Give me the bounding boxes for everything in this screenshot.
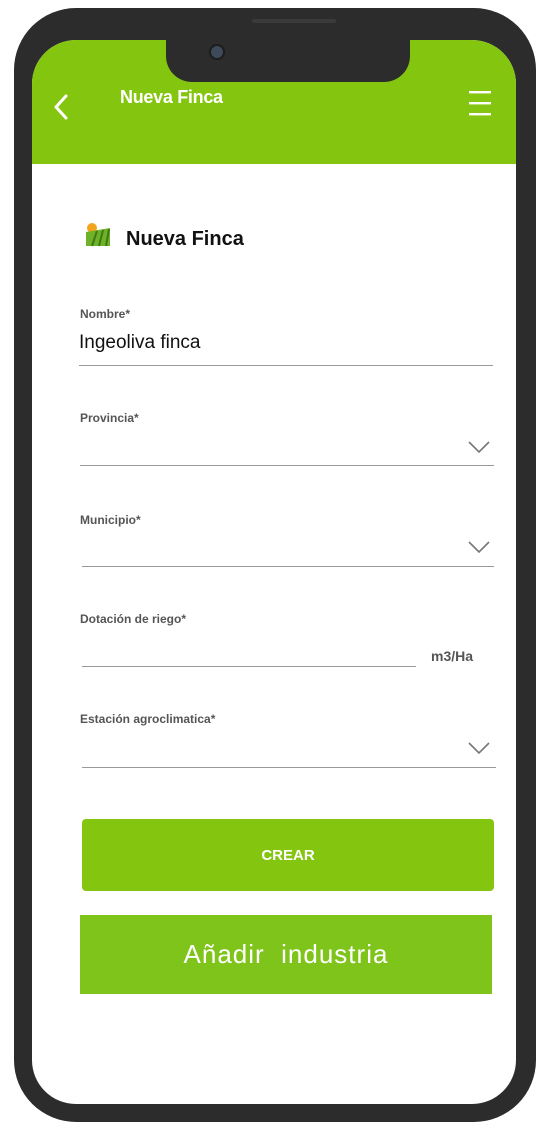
app-bar-title: Nueva Finca xyxy=(120,87,223,107)
phone-side-button xyxy=(14,420,22,500)
municipio-label: Municipio* xyxy=(80,513,141,527)
provincia-label: Provincia* xyxy=(80,411,139,425)
form-title: Nueva Finca xyxy=(126,228,244,250)
estacion-label: Estación agroclimatica* xyxy=(80,712,216,726)
municipio-select[interactable] xyxy=(82,566,494,567)
estacion-select[interactable] xyxy=(82,767,496,768)
phone-side-button xyxy=(14,316,22,396)
chevron-down-icon xyxy=(468,742,490,755)
nombre-input[interactable]: Ingeoliva finca xyxy=(79,332,200,354)
crear-button[interactable]: CREAR xyxy=(82,819,494,891)
phone-side-button xyxy=(14,232,22,274)
chevron-down-icon xyxy=(468,541,490,554)
crear-button-label: CREAR xyxy=(261,846,315,864)
add-industry-button[interactable]: Añadir industria xyxy=(80,915,492,994)
menu-button[interactable] xyxy=(467,88,493,123)
provincia-dropdown[interactable] xyxy=(468,440,490,459)
chevron-down-icon xyxy=(468,441,490,454)
nombre-underline xyxy=(79,365,493,366)
provincia-select[interactable] xyxy=(80,465,494,466)
camera-icon xyxy=(209,44,225,60)
add-industry-button-label: Añadir industria xyxy=(183,939,389,969)
dotacion-label: Dotación de riego* xyxy=(80,612,187,626)
speaker-grille xyxy=(252,19,336,23)
chevron-left-icon xyxy=(54,94,68,120)
hamburger-menu-icon xyxy=(469,91,491,116)
dotacion-input[interactable] xyxy=(82,666,416,667)
back-button[interactable] xyxy=(52,94,70,125)
estacion-dropdown[interactable] xyxy=(468,741,490,760)
municipio-dropdown[interactable] xyxy=(468,540,490,559)
nombre-label: Nombre* xyxy=(80,307,131,321)
dotacion-unit: m3/Ha xyxy=(431,648,474,664)
farm-field-icon xyxy=(84,222,112,253)
phone-notch xyxy=(166,34,410,82)
